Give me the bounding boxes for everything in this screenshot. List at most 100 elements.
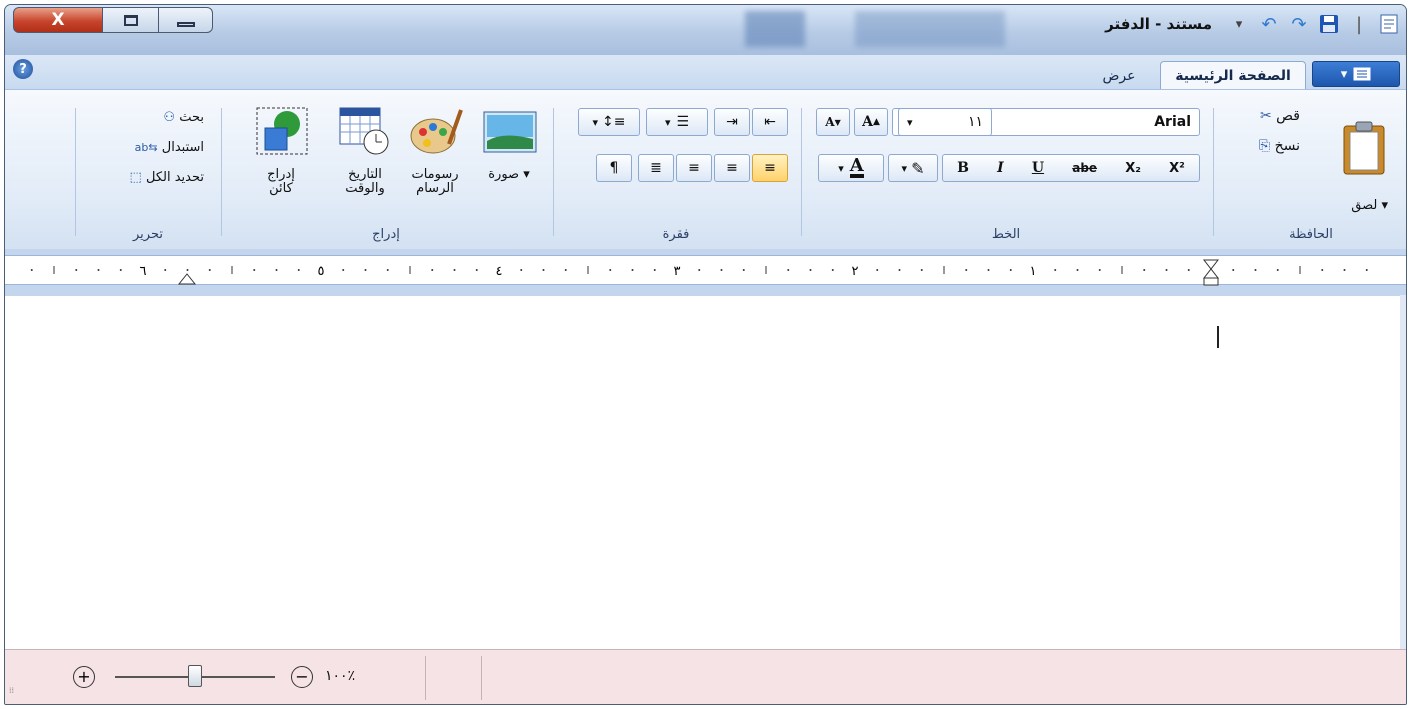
line-spacing-button[interactable]: ▾ ↕≡ (578, 108, 640, 136)
ribbon-tabs: ? ▾ الصفحة الرئيسية عرض (5, 55, 1406, 90)
ruler-dot (386, 269, 389, 271)
ruler-dot (119, 269, 122, 271)
align-center-button[interactable]: ≡ (714, 154, 750, 182)
quick-access-toolbar: مستند - الدفتر ▾ ↶ ↷ | (1105, 9, 1400, 39)
text-color-button[interactable]: ▾ A (818, 154, 884, 182)
resize-grip-icon[interactable]: ⁞⁞ (9, 686, 14, 695)
ruler-number: ٣ (674, 264, 681, 279)
indent-marker-base[interactable] (1203, 277, 1219, 286)
grow-font-icon: A (862, 114, 873, 130)
save-button[interactable] (1318, 13, 1340, 35)
paste-button[interactable] (1336, 108, 1392, 188)
editing-group-label: تحرير (133, 227, 163, 242)
insert-object-label[interactable]: إدراج كائن (250, 168, 312, 196)
highlight-button[interactable]: ▾ ✎ (888, 154, 938, 182)
paragraph-settings-button[interactable]: ¶ (596, 154, 632, 182)
superscript-button[interactable]: X² (1169, 161, 1185, 176)
increase-indent-button[interactable]: ⇥ (714, 108, 750, 136)
object-icon (256, 107, 308, 155)
picture-text: صورة (488, 167, 520, 182)
picture-icon (483, 111, 537, 153)
paint-drawing-label[interactable]: رسومات الرسام (404, 168, 466, 196)
ruler-dot (186, 269, 189, 271)
copy-button[interactable]: ⎘ نسخ (1259, 138, 1300, 154)
ruler[interactable]: ١ ٢ ٣ ٤ ٥ ٦ (5, 249, 1406, 295)
date-time-button[interactable] (334, 104, 394, 158)
zoom-slider-track[interactable] (115, 665, 275, 687)
ruler-dot (342, 269, 345, 271)
ruler-dot (876, 269, 879, 271)
grow-font-button[interactable]: A ▲ (854, 108, 888, 136)
tab-view[interactable]: عرض (1084, 61, 1154, 90)
font-size-select[interactable]: ▾ ١١ (898, 108, 992, 136)
group-separator (553, 108, 554, 236)
clipboard-group-label: الحافظة (1289, 227, 1333, 242)
tab-home[interactable]: الصفحة الرئيسية (1160, 61, 1306, 90)
close-button[interactable]: X (13, 7, 103, 33)
cut-button[interactable]: ✂ قص (1260, 108, 1300, 124)
maximize-button[interactable] (103, 7, 159, 33)
vertical-scrollbar[interactable] (1400, 295, 1406, 651)
customize-toolbar-icon[interactable]: ▾ (1228, 13, 1250, 35)
scissors-icon: ✂ (1259, 108, 1272, 124)
chevron-down-icon: ▾ (838, 161, 844, 175)
shrink-font-button[interactable]: A ▼ (816, 108, 850, 136)
ruler-dot (965, 269, 968, 271)
underline-button[interactable]: U (1032, 160, 1044, 176)
toolbar-divider: | (1355, 13, 1363, 35)
replace-button[interactable]: ab⇆ استبدال (135, 140, 204, 155)
ruler-dot (1076, 269, 1079, 271)
subscript-button[interactable]: X₂ (1125, 161, 1141, 176)
group-separator (221, 108, 222, 236)
justify-button[interactable]: ≣ (638, 154, 674, 182)
align-right-button[interactable]: ≡ (752, 154, 788, 182)
select-all-button[interactable]: ⬚ تحديد الكل (130, 170, 204, 185)
document-icon (1380, 14, 1398, 34)
tab-label: عرض (1102, 67, 1136, 84)
italic-button[interactable]: I (997, 160, 1004, 176)
minimize-icon (176, 21, 195, 27)
close-icon: X (51, 10, 65, 30)
paint-drawing-button[interactable] (406, 104, 466, 158)
redo-button[interactable]: ↷ (1288, 13, 1310, 35)
date-time-label[interactable]: التاريخ والوقت (334, 168, 396, 196)
undo-button[interactable]: ↶ (1258, 13, 1280, 35)
app-icon (1378, 13, 1400, 35)
find-label: بحث (179, 110, 204, 125)
decrease-indent-button[interactable]: ⇤ (752, 108, 788, 136)
zoom-in-button[interactable]: + (73, 666, 95, 688)
paste-text: لصق (1351, 198, 1378, 213)
right-indent-marker[interactable] (1202, 259, 1220, 279)
chevron-down-icon: ▾ (907, 115, 913, 129)
insert-object-button[interactable] (252, 104, 312, 158)
status-bar: + − ١٠٠٪ ⁞⁞ (5, 649, 1406, 704)
picture-button[interactable] (480, 106, 540, 158)
bullets-button[interactable]: ▾ ☰ (646, 108, 708, 136)
app-menu-button[interactable]: ▾ (1312, 61, 1400, 87)
replace-icon: ab⇆ (134, 141, 158, 154)
bold-button[interactable]: B (957, 160, 969, 176)
select-all-icon: ⬚ (129, 170, 142, 185)
left-indent-marker[interactable] (177, 273, 197, 285)
zoom-out-button[interactable]: − (291, 666, 313, 688)
picture-label[interactable]: صورة ▾ (478, 168, 540, 182)
paste-label[interactable]: لصق ▾ (1351, 198, 1388, 213)
find-button[interactable]: ⚇ بحث (163, 110, 204, 125)
align-left-button[interactable]: ≡ (676, 154, 712, 182)
document-area[interactable] (5, 295, 1406, 651)
text-style-buttons: B I U abe X₂ X² (942, 154, 1200, 182)
maximize-icon (123, 14, 138, 26)
paint-label-line1: رسومات (411, 167, 459, 182)
paint-label-line2: الرسام (416, 181, 454, 196)
ruler-dot (564, 269, 567, 271)
paragraph-group-label: فقرة (662, 227, 690, 242)
minus-icon: − (295, 667, 309, 686)
background-blur (745, 11, 805, 47)
strikethrough-button[interactable]: abe (1072, 161, 1097, 175)
help-button[interactable]: ? (13, 59, 33, 79)
zoom-slider-thumb[interactable] (188, 665, 202, 687)
chevron-down-icon: ▾ (664, 115, 671, 129)
group-separator (1213, 108, 1214, 236)
minimize-button[interactable] (159, 7, 213, 33)
ruler-dot (1165, 269, 1168, 271)
